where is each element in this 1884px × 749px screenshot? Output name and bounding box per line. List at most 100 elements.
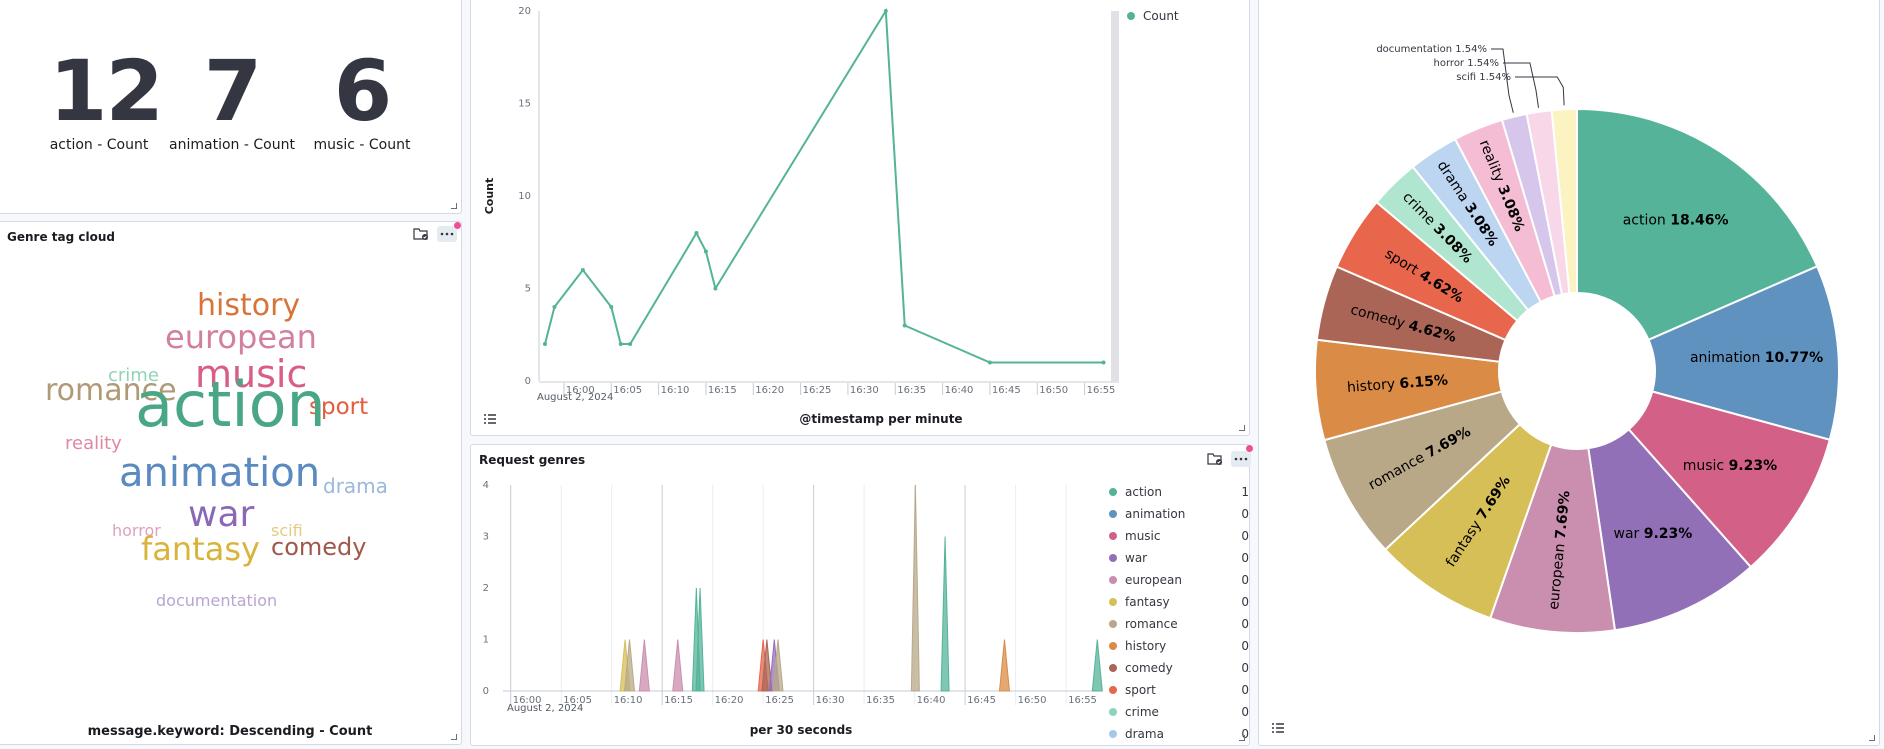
- folder-check-icon[interactable]: [1205, 451, 1225, 467]
- area-spike-history: [998, 639, 1011, 692]
- cloud-word-drama[interactable]: drama: [323, 476, 388, 496]
- resize-handle[interactable]: [451, 734, 457, 740]
- cloud-word-war[interactable]: war: [188, 497, 254, 533]
- legend-swatch: [1109, 664, 1117, 672]
- x-tick-label: 16:20: [715, 695, 744, 706]
- notification-dot: [1246, 445, 1253, 452]
- legend-label: music: [1125, 529, 1161, 543]
- legend-item-crime[interactable]: crime 0: [1109, 705, 1249, 719]
- x-tick-label: 16:15: [664, 695, 693, 706]
- legend-swatch: [1109, 510, 1117, 518]
- legend-swatch: [1109, 642, 1117, 650]
- metric-value: 6: [333, 42, 392, 140]
- resize-handle[interactable]: [451, 203, 457, 209]
- resize-handle[interactable]: [1239, 735, 1245, 741]
- legend-item-music[interactable]: music 0: [1109, 529, 1249, 543]
- legend-item-history[interactable]: history 0: [1109, 639, 1249, 653]
- y-tick-label: 2: [483, 583, 489, 594]
- legend-label: comedy: [1125, 661, 1173, 675]
- cloud-word-animation[interactable]: animation: [119, 453, 320, 493]
- area-chart: 0123416:00 16:05 16:10 16:15 16:20 16:25 16:30…: [483, 480, 1103, 706]
- x-tick-label: 16:45: [992, 385, 1021, 396]
- legend-swatch: [1109, 488, 1117, 496]
- legend-swatch: [1109, 598, 1117, 606]
- data-point: [628, 342, 633, 346]
- legend-label: animation: [1125, 507, 1186, 521]
- legend-item-action[interactable]: action 1: [1109, 485, 1249, 499]
- metric-action: 12 action - Count: [49, 42, 164, 153]
- legend-item-sport[interactable]: sport 0: [1109, 683, 1249, 697]
- slice-label-horror: horror 1.54%: [1434, 58, 1499, 69]
- legend-toggle-icon[interactable]: [483, 413, 497, 428]
- data-point: [618, 342, 623, 346]
- legend-swatch: [1109, 554, 1117, 562]
- data-point: [552, 305, 557, 309]
- legend-item-european[interactable]: european 0: [1109, 573, 1249, 587]
- legend-value: 0: [1241, 705, 1249, 719]
- leader-line: [1515, 76, 1565, 106]
- x-tick-label: 16:10: [661, 385, 690, 396]
- slice-label-action: action 18.46%: [1623, 212, 1729, 228]
- legend-swatch: [1109, 532, 1117, 540]
- legend-label: romance: [1125, 617, 1178, 631]
- legend-item-fantasy[interactable]: fantasy 0: [1109, 595, 1249, 609]
- line-chart: 05101520Count16:00 16:05 16:10 16:15 16:20 16…: [483, 6, 1119, 396]
- legend-item-animation[interactable]: animation 0: [1109, 507, 1249, 521]
- slice-percent: 9.23%: [1644, 526, 1693, 542]
- x-tick-label: 16:30: [850, 385, 879, 396]
- options-menu-button[interactable]: [437, 226, 457, 242]
- x-tick-label: 16:25: [765, 695, 794, 706]
- line-date: August 2, 2024: [537, 392, 614, 403]
- legend-item-comedy[interactable]: comedy 0: [1109, 661, 1249, 675]
- legend-value: 0: [1241, 507, 1249, 521]
- metric-label: action - Count: [49, 137, 149, 153]
- y-tick-label: 20: [518, 6, 531, 17]
- legend-value: 0: [1241, 683, 1249, 697]
- area-chart-panel: Request genres 0 1 2 3 4 16:00 16:05 16:10 16:15…: [470, 444, 1253, 746]
- cloud-word-european[interactable]: european: [165, 321, 317, 353]
- slice-label-animation: animation 10.77%: [1690, 350, 1823, 366]
- slice-percent: 9.23%: [1729, 458, 1778, 474]
- data-point: [987, 360, 992, 365]
- metric-value: 12: [49, 42, 164, 140]
- x-tick-label: 16:20: [755, 385, 784, 396]
- slice-name: war: [1614, 526, 1644, 542]
- data-point: [883, 9, 888, 13]
- legend-value: 0: [1241, 639, 1249, 653]
- metric-panel: 12 action - Count 7 animation - Count 6 …: [0, 0, 462, 214]
- x-tick-label: 16:30: [816, 695, 845, 706]
- cloud-word-action[interactable]: action: [135, 374, 326, 436]
- x-tick-label: 16:05: [613, 385, 642, 396]
- cloud-word-comedy[interactable]: comedy: [271, 535, 366, 559]
- legend-label: sport: [1125, 683, 1156, 697]
- cloud-word-history[interactable]: history: [197, 291, 300, 321]
- legend-toggle-icon[interactable]: [1271, 722, 1285, 737]
- folder-check-icon[interactable]: [411, 226, 431, 242]
- line-legend[interactable]: Count: [1127, 9, 1179, 23]
- cloud-word-reality[interactable]: reality: [65, 435, 122, 453]
- resize-handle[interactable]: [1239, 425, 1245, 431]
- legend-item-war[interactable]: war 0: [1109, 551, 1249, 565]
- options-menu-button[interactable]: [1231, 451, 1251, 467]
- metric-label: animation - Count: [169, 137, 295, 153]
- legend-swatch: [1109, 576, 1117, 584]
- resize-handle[interactable]: [1869, 735, 1875, 741]
- leader-line: [1503, 62, 1540, 108]
- y-tick-label: 5: [525, 284, 531, 295]
- cloud-word-documentation[interactable]: documentation: [156, 593, 277, 609]
- data-point: [902, 323, 907, 328]
- area-legend: action 1 animation 0 music 0 war 0 european 0 fant…: [1109, 485, 1249, 741]
- slice-percent: 18.46%: [1670, 212, 1728, 228]
- slice-name: action: [1623, 212, 1671, 228]
- area-date: August 2, 2024: [507, 703, 584, 714]
- cloud-word-fantasy[interactable]: fantasy: [141, 533, 260, 565]
- area-xlabel: per 30 seconds: [749, 723, 853, 737]
- panel-toolbar: [411, 226, 457, 242]
- legend-label: war: [1125, 551, 1148, 565]
- legend-value: 0: [1241, 661, 1249, 675]
- slice-label-war: war 9.23%: [1614, 526, 1693, 542]
- legend-item-romance[interactable]: romance 0: [1109, 617, 1249, 631]
- legend-value: 1: [1241, 485, 1249, 499]
- x-tick-label: 16:45: [967, 695, 996, 706]
- y-tick-label: 0: [525, 376, 531, 387]
